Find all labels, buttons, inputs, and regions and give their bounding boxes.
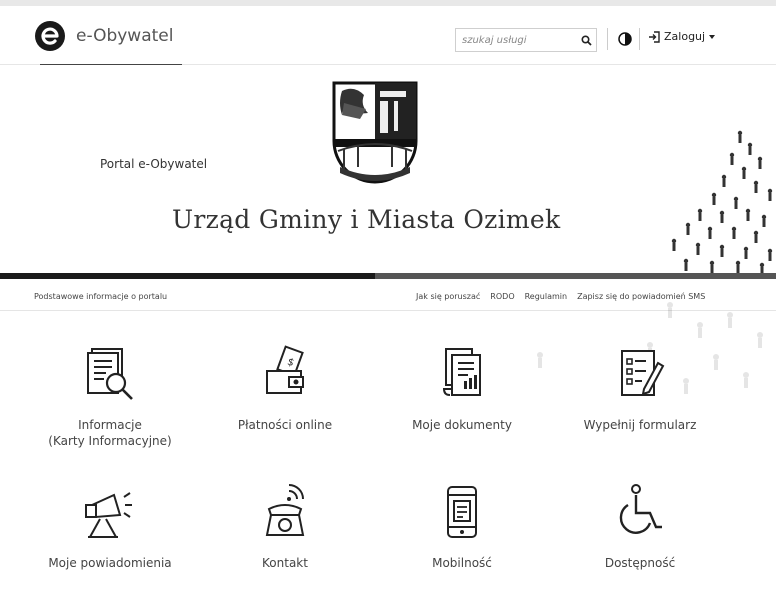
caret-down-icon xyxy=(709,34,716,39)
tile-dostepnosc[interactable]: Dostępność xyxy=(555,483,725,571)
payment-wallet-icon: $ xyxy=(266,345,304,394)
site-header: e-Obywatel Zaloguj xyxy=(0,6,776,66)
tile-label: Moje dokumenty xyxy=(412,418,512,432)
service-tiles: Informacje (Karty Informacyjne) $ Płatno… xyxy=(0,325,776,595)
documents-scroll-icon xyxy=(442,348,481,396)
accent-bar-right xyxy=(375,273,776,279)
login-button[interactable]: Zaloguj xyxy=(648,30,716,43)
tile-label: Informacje (Karty Informacyjne) xyxy=(48,418,172,448)
tile-label: Kontakt xyxy=(262,556,308,570)
tile-powiadomienia[interactable]: Moje powiadomienia xyxy=(25,483,195,571)
tile-label: Moje powiadomienia xyxy=(48,556,172,570)
separator xyxy=(639,28,640,50)
search-input[interactable] xyxy=(456,34,576,46)
logo-e-icon xyxy=(35,21,65,51)
page-title: Urząd Gminy i Miasta Ozimek xyxy=(172,205,561,234)
portal-info-link[interactable]: Podstawowe informacje o portalu xyxy=(34,292,167,301)
tile-label: Dostępność xyxy=(604,556,676,570)
logo-link[interactable]: e-Obywatel xyxy=(34,20,173,52)
search-button[interactable] xyxy=(576,29,596,51)
tile-label: Mobilność xyxy=(432,556,492,570)
coat-of-arms-icon xyxy=(332,81,418,184)
tile-informacje[interactable]: Informacje (Karty Informacyjne) xyxy=(25,345,195,449)
hero-banner: Portal e-Obywatel Urząd Gminy i Miasta O… xyxy=(0,65,776,275)
search-box xyxy=(455,28,597,52)
contrast-icon[interactable] xyxy=(618,32,632,46)
tile-dokumenty[interactable]: Moje dokumenty xyxy=(377,345,547,433)
tile-label: Płatności online xyxy=(237,418,333,432)
portal-label: Portal e-Obywatel xyxy=(100,157,208,171)
login-icon xyxy=(649,30,660,43)
tile-platnosci[interactable]: $ Płatności online xyxy=(200,345,370,433)
logo-text: e-Obywatel xyxy=(76,26,174,46)
tile-mobilnosc[interactable]: Mobilność xyxy=(377,483,547,571)
tile-kontakt[interactable]: Kontakt xyxy=(200,483,370,571)
separator xyxy=(607,28,608,50)
mobile-phone-icon xyxy=(447,486,477,538)
megaphone-icon xyxy=(85,492,132,538)
wheelchair-icon xyxy=(619,484,662,534)
login-label: Zaloguj xyxy=(664,30,706,43)
accent-bar-left xyxy=(0,273,375,279)
search-icon xyxy=(580,34,592,46)
telephone-icon xyxy=(265,484,305,536)
crowd-illustration xyxy=(671,130,773,275)
tile-formularz[interactable]: Wypełnij formularz xyxy=(555,345,725,433)
tile-label: Wypełnij formularz xyxy=(583,418,697,432)
form-pencil-icon xyxy=(621,350,665,396)
document-search-icon xyxy=(87,348,133,400)
